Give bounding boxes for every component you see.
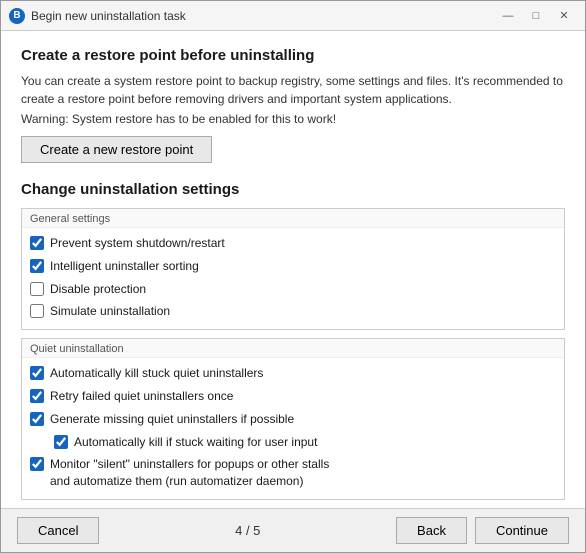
general-settings-group: General settings Prevent system shutdown…: [21, 208, 565, 330]
change-section: Change uninstallation settings General s…: [21, 181, 565, 508]
back-button[interactable]: Back: [396, 517, 467, 544]
simulate-uninstall-label: Simulate uninstallation: [50, 303, 170, 320]
list-item: Disable protection: [30, 278, 556, 301]
auto-kill-user-input-checkbox[interactable]: [54, 435, 68, 449]
content-wrapper: Create a restore point before uninstalli…: [1, 31, 585, 508]
list-item: Monitor "silent" uninstallers for popups…: [30, 453, 556, 493]
titlebar: B Begin new uninstallation task — □ ✕: [1, 1, 585, 31]
restore-description: You can create a system restore point to…: [21, 72, 565, 108]
prevent-shutdown-label: Prevent system shutdown/restart: [50, 235, 225, 252]
change-title: Change uninstallation settings: [21, 181, 565, 198]
minimize-button[interactable]: —: [495, 6, 521, 26]
create-restore-button[interactable]: Create a new restore point: [21, 136, 212, 163]
restore-section: Create a restore point before uninstalli…: [21, 47, 565, 181]
intelligent-sorting-checkbox[interactable]: [30, 259, 44, 273]
main-window: B Begin new uninstallation task — □ ✕ Cr…: [0, 0, 586, 553]
generate-missing-label: Generate missing quiet uninstallers if p…: [50, 411, 294, 428]
footer-right-buttons: Back Continue: [396, 517, 569, 544]
page-indicator: 4 / 5: [99, 523, 396, 538]
titlebar-title: Begin new uninstallation task: [31, 9, 495, 23]
list-item: Automatically kill stuck quiet uninstall…: [30, 362, 556, 385]
cancel-button[interactable]: Cancel: [17, 517, 99, 544]
quiet-settings-group: Quiet uninstallation Automatically kill …: [21, 338, 565, 500]
maximize-button[interactable]: □: [523, 6, 549, 26]
disable-protection-label: Disable protection: [50, 281, 146, 298]
retry-failed-checkbox[interactable]: [30, 389, 44, 403]
general-group-label: General settings: [22, 209, 564, 228]
prevent-shutdown-checkbox[interactable]: [30, 236, 44, 250]
generate-missing-checkbox[interactable]: [30, 412, 44, 426]
close-button[interactable]: ✕: [551, 6, 577, 26]
content-area: Create a restore point before uninstalli…: [1, 31, 585, 508]
list-item: Simulate uninstallation: [30, 300, 556, 323]
restore-warning: Warning: System restore has to be enable…: [21, 112, 565, 126]
list-item: Retry failed quiet uninstallers once: [30, 385, 556, 408]
list-item: Prevent system shutdown/restart: [30, 232, 556, 255]
general-group-items: Prevent system shutdown/restart Intellig…: [22, 228, 564, 329]
list-item: Intelligent uninstaller sorting: [30, 255, 556, 278]
quiet-group-items: Automatically kill stuck quiet uninstall…: [22, 358, 564, 499]
restore-title: Create a restore point before uninstalli…: [21, 47, 565, 64]
intelligent-sorting-label: Intelligent uninstaller sorting: [50, 258, 199, 275]
disable-protection-checkbox[interactable]: [30, 282, 44, 296]
list-item: Generate missing quiet uninstallers if p…: [30, 408, 556, 431]
footer: Cancel 4 / 5 Back Continue: [1, 508, 585, 552]
simulate-uninstall-checkbox[interactable]: [30, 304, 44, 318]
titlebar-buttons: — □ ✕: [495, 6, 577, 26]
app-icon: B: [9, 8, 25, 24]
auto-kill-stuck-label: Automatically kill stuck quiet uninstall…: [50, 365, 263, 382]
monitor-silent-label: Monitor "silent" uninstallers for popups…: [50, 456, 329, 490]
quiet-group-label: Quiet uninstallation: [22, 339, 564, 358]
monitor-silent-checkbox[interactable]: [30, 457, 44, 471]
auto-kill-stuck-checkbox[interactable]: [30, 366, 44, 380]
list-item: Automatically kill if stuck waiting for …: [30, 431, 556, 454]
retry-failed-label: Retry failed quiet uninstallers once: [50, 388, 233, 405]
auto-kill-user-input-label: Automatically kill if stuck waiting for …: [74, 434, 317, 451]
continue-button[interactable]: Continue: [475, 517, 569, 544]
